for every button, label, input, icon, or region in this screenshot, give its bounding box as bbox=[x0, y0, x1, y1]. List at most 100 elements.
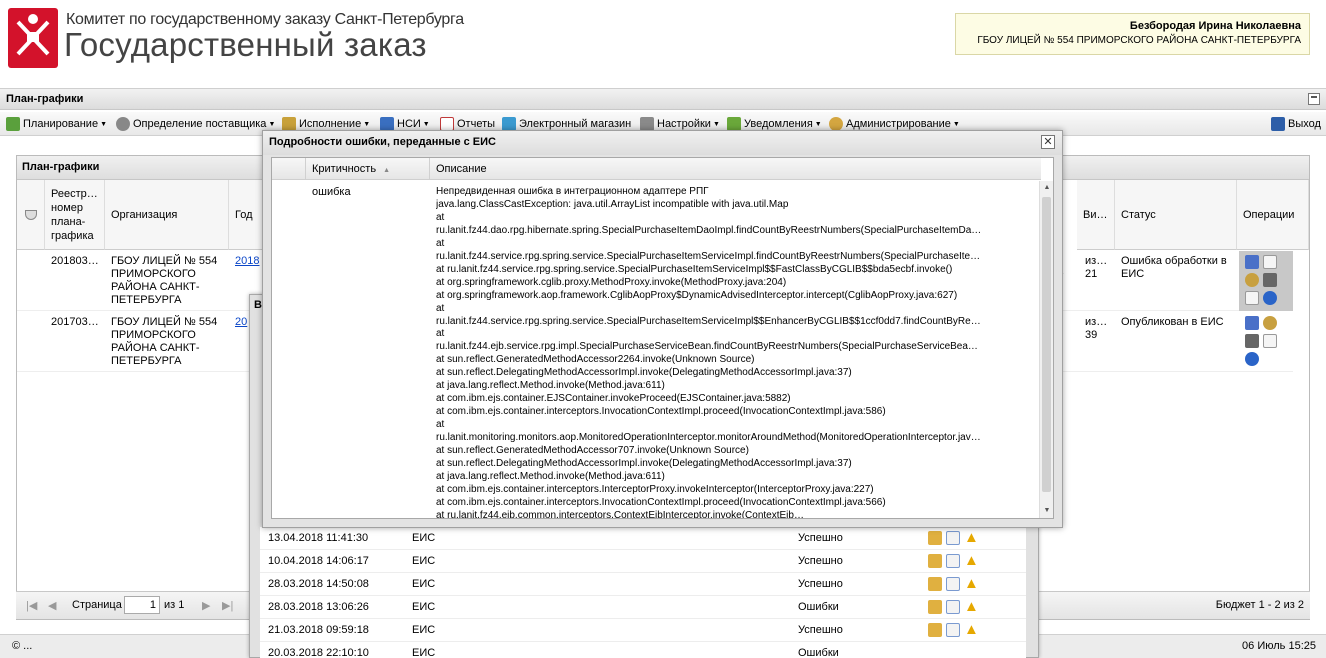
error-line: at bbox=[436, 419, 445, 431]
package-icon[interactable] bbox=[928, 623, 942, 637]
package-icon[interactable] bbox=[928, 600, 942, 614]
info-icon[interactable] bbox=[1263, 291, 1277, 305]
vertical-scrollbar[interactable]: ▲ ▼ bbox=[1039, 181, 1053, 518]
document-icon[interactable] bbox=[946, 623, 960, 637]
binoculars-icon[interactable] bbox=[1263, 273, 1277, 287]
gears-icon bbox=[116, 117, 130, 131]
dialog-title: Подробности ошибки, переданные с ЕИС bbox=[263, 131, 1062, 155]
edit-icon[interactable] bbox=[1245, 316, 1259, 330]
scroll-up-icon[interactable]: ▲ bbox=[1040, 181, 1054, 195]
error-line: java.lang.ClassCastException: java.util.… bbox=[436, 198, 789, 210]
binoculars-icon[interactable] bbox=[1245, 334, 1259, 348]
sort-asc-icon: ▲ bbox=[383, 167, 391, 174]
error-line: at ru.lanit.fz44.service.rpg.spring.serv… bbox=[436, 263, 953, 275]
app-name: Государственный заказ bbox=[64, 26, 427, 63]
package-icon[interactable] bbox=[928, 554, 942, 568]
pager-summary: Бюджет 1 - 2 из 2 bbox=[1215, 599, 1304, 611]
info-icon[interactable] bbox=[1245, 352, 1259, 366]
collapse-icon[interactable] bbox=[1308, 93, 1320, 105]
error-line: ru.lanit.monitoring.monitors.aop.Monitor… bbox=[436, 432, 981, 444]
first-page-icon[interactable]: |◀ bbox=[26, 599, 37, 612]
list-item[interactable]: 20.03.2018 22:10:10 ЕИС Ошибки bbox=[260, 642, 1026, 658]
warning-icon[interactable]: ▲ bbox=[964, 622, 979, 637]
error-line: at sun.reflect.DelegatingMethodAccessorI… bbox=[436, 367, 852, 379]
column-org[interactable]: Организация bbox=[105, 180, 229, 250]
year-link[interactable]: 2018 bbox=[229, 255, 265, 268]
report-icon bbox=[440, 117, 454, 131]
error-line: at bbox=[436, 237, 445, 249]
list-item[interactable]: 28.03.2018 13:06:26 ЕИС Ошибки ▲ bbox=[260, 596, 1026, 619]
error-line: at sun.reflect.GeneratedMethodAccessor70… bbox=[436, 445, 749, 457]
menu-eshop[interactable]: Электронный магазин bbox=[502, 117, 631, 131]
last-page-icon[interactable]: ▶| bbox=[222, 599, 233, 612]
error-line: at ru.lanit.fz44.ejb.common.interceptors… bbox=[436, 509, 804, 518]
document-icon[interactable] bbox=[946, 577, 960, 591]
exit-button[interactable]: Выход bbox=[1271, 117, 1321, 131]
menu-execution[interactable]: Исполнение ▼ bbox=[282, 117, 370, 131]
menu-settings[interactable]: Настройки ▼ bbox=[640, 117, 720, 131]
error-line: at bbox=[436, 302, 445, 314]
list-item[interactable]: 28.03.2018 14:50:08 ЕИС Успешно ▲ bbox=[260, 573, 1026, 596]
menu-supplier[interactable]: Определение поставщика ▼ bbox=[116, 117, 275, 131]
column-status[interactable]: Статус bbox=[1115, 180, 1237, 250]
menu-notifications[interactable]: Уведомления ▼ bbox=[727, 117, 822, 131]
warning-icon[interactable]: ▲ bbox=[964, 553, 979, 568]
close-icon[interactable]: ✕ bbox=[1041, 135, 1055, 149]
column-desc[interactable]: Описание bbox=[430, 158, 1041, 180]
error-line: Непредвиденная ошибка в интеграционном а… bbox=[436, 186, 709, 197]
error-line: at java.lang.reflect.Method.invoke(Metho… bbox=[436, 470, 665, 482]
user-org: ГБОУ ЛИЦЕЙ № 554 ПРИМОРСКОГО РАЙОНА САНК… bbox=[977, 35, 1301, 46]
column-ops[interactable]: Операции bbox=[1237, 180, 1309, 250]
column-spacer bbox=[272, 158, 306, 180]
truck-icon bbox=[282, 117, 296, 131]
menu-admin[interactable]: Администрирование ▼ bbox=[829, 117, 960, 131]
scroll-down-icon[interactable]: ▼ bbox=[1040, 504, 1054, 518]
column-level[interactable]: Критичность ▲ bbox=[306, 158, 430, 180]
error-line: at com.ibm.ejs.container.interceptors.In… bbox=[436, 406, 886, 418]
prev-page-icon[interactable]: ◀ bbox=[48, 599, 56, 612]
document-icon[interactable] bbox=[946, 531, 960, 545]
ops-cell bbox=[1239, 251, 1293, 311]
page-input[interactable] bbox=[124, 596, 160, 614]
panel-title-bar: План-графики bbox=[0, 88, 1326, 110]
column-registry[interactable]: Реестр… номер плана-графика bbox=[45, 180, 105, 250]
error-description: Непредвиденная ошибка в интеграционном а… bbox=[436, 186, 1036, 518]
emblem-icon[interactable] bbox=[1263, 316, 1277, 330]
menu-reports[interactable]: Отчеты bbox=[440, 117, 495, 131]
menu-nsi[interactable]: НСИ ▼ bbox=[380, 117, 430, 131]
bell-icon bbox=[727, 117, 741, 131]
error-line: ru.lanit.fz44.ejb.service.rpg.impl.Speci… bbox=[436, 341, 978, 353]
list-item[interactable]: 13.04.2018 11:41:30 ЕИС Успешно ▲ bbox=[260, 527, 1026, 550]
edit-icon[interactable] bbox=[1245, 255, 1259, 269]
warning-icon[interactable]: ▲ bbox=[964, 576, 979, 591]
package-icon[interactable] bbox=[928, 531, 942, 545]
scroll-thumb[interactable] bbox=[1042, 197, 1051, 492]
error-line: at java.lang.reflect.Method.invoke(Metho… bbox=[436, 380, 665, 392]
exchange-history-list: 13.04.2018 11:41:30 ЕИС Успешно ▲ 10.04.… bbox=[260, 527, 1026, 658]
document-icon[interactable] bbox=[1263, 255, 1277, 269]
error-line: at com.ibm.ejs.container.interceptors.In… bbox=[436, 496, 886, 508]
warning-icon[interactable]: ▲ bbox=[964, 599, 979, 614]
user-admin-icon bbox=[829, 117, 843, 131]
document-icon[interactable] bbox=[946, 554, 960, 568]
package-icon[interactable] bbox=[928, 577, 942, 591]
list-item[interactable]: 21.03.2018 09:59:18 ЕИС Успешно ▲ bbox=[260, 619, 1026, 642]
cart-icon bbox=[502, 117, 516, 131]
list-item[interactable]: 10.04.2018 14:06:17 ЕИС Успешно ▲ bbox=[260, 550, 1026, 573]
error-line: at org.springframework.aop.framework.Cgl… bbox=[436, 289, 958, 301]
error-line: ru.lanit.fz44.dao.rpg.hibernate.spring.S… bbox=[436, 224, 982, 236]
warning-icon[interactable]: ▲ bbox=[964, 530, 979, 545]
list-icon[interactable] bbox=[1245, 291, 1259, 305]
list-icon[interactable] bbox=[1263, 334, 1277, 348]
error-line: at bbox=[436, 328, 445, 340]
error-line: at com.ibm.ejs.container.interceptors.In… bbox=[436, 483, 874, 495]
emblem-icon[interactable] bbox=[1245, 273, 1259, 287]
filter-column-header[interactable] bbox=[17, 180, 45, 250]
column-type[interactable]: Ви… bbox=[1077, 180, 1115, 250]
error-line: at sun.reflect.GeneratedMethodAccessor22… bbox=[436, 354, 755, 366]
exit-icon bbox=[1271, 117, 1285, 131]
wrench-icon bbox=[640, 117, 654, 131]
next-page-icon[interactable]: ▶ bbox=[202, 599, 210, 612]
menu-planning[interactable]: Планирование ▼ bbox=[6, 117, 107, 131]
document-icon[interactable] bbox=[946, 600, 960, 614]
